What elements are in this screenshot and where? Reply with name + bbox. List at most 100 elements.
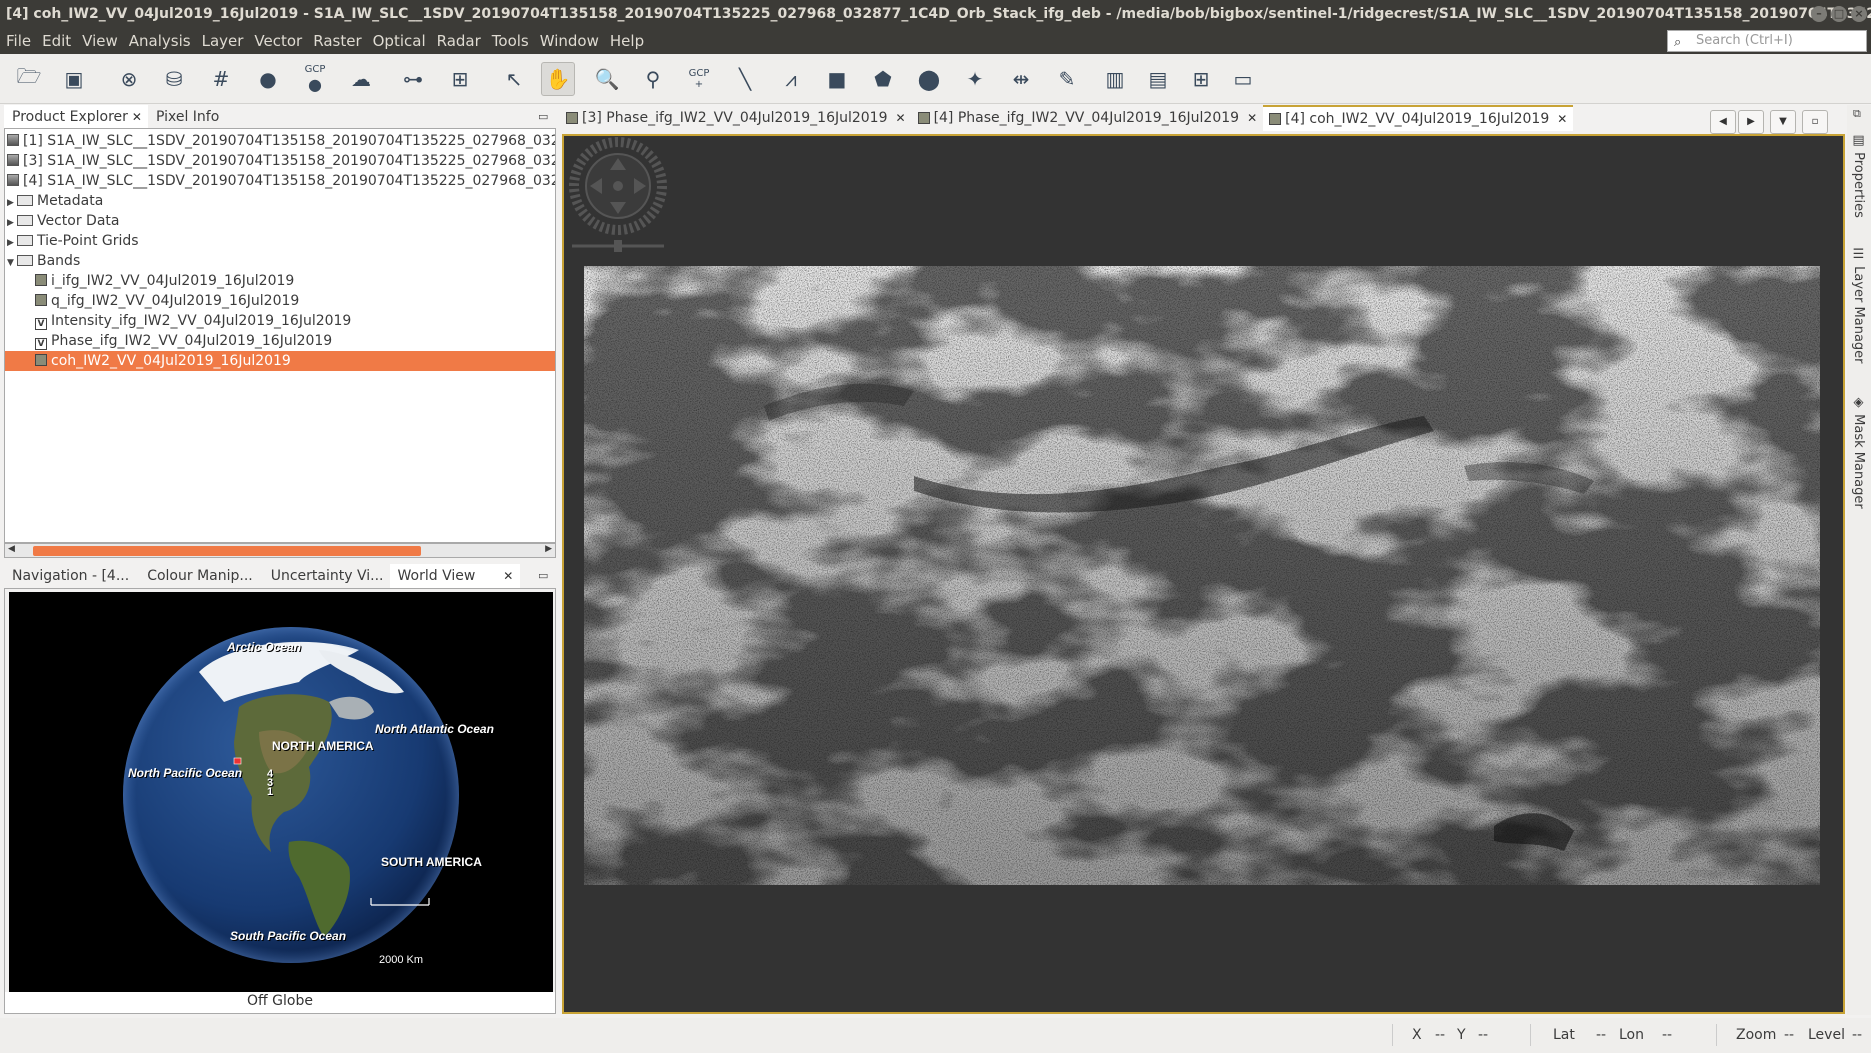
collapse-arrow-icon[interactable]: ▼ <box>7 253 17 273</box>
maximize-document-button[interactable]: ▫ <box>1802 110 1828 134</box>
doc-tab-phase-4[interactable]: [4] Phase_ifg_IW2_VV_04Jul2019_16Jul2019… <box>912 105 1264 131</box>
close-icon[interactable]: ✕ <box>896 105 906 131</box>
menu-raster[interactable]: Raster <box>307 32 366 50</box>
tab-product-explorer[interactable]: Product Explorer ✕ <box>4 105 148 129</box>
close-icon[interactable]: ✕ <box>1247 105 1257 131</box>
pin-placing-icon[interactable]: ⚲ <box>636 62 670 96</box>
line-draw-icon[interactable]: ╲ <box>728 62 762 96</box>
tree-product-3[interactable]: [3] S1A_IW_SLC__1SDV_20190704T135158_201… <box>7 151 555 171</box>
polygon-draw-icon[interactable]: ⬟ <box>866 62 900 96</box>
sidebar-mask-manager[interactable]: ◈ Mask Manager <box>1851 395 1866 509</box>
image-viewer[interactable] <box>562 134 1845 1014</box>
menu-edit[interactable]: Edit <box>36 32 76 50</box>
scroll-right-icon[interactable]: ▶ <box>545 544 552 554</box>
doc-tab-phase-3[interactable]: [3] Phase_ifg_IW2_VV_04Jul2019_16Jul2019… <box>560 105 912 131</box>
session-icon[interactable]: ⊗ <box>112 62 146 96</box>
tab-uncertainty-visualisation[interactable]: Uncertainty Vi... <box>263 564 390 588</box>
left-lower-tabs: Navigation - [4... Colour Manip... Uncer… <box>4 564 520 588</box>
minimize-window-button[interactable]: – <box>1811 6 1827 22</box>
tree-band-q-ifg[interactable]: q_ifg_IW2_VV_04Jul2019_16Jul2019 <box>35 291 555 311</box>
tab-world-view[interactable]: World View ✕ <box>389 564 520 588</box>
tree-folder-bands[interactable]: ▼ Bands <box>7 251 555 273</box>
tree-label: Tie-Point Grids <box>37 233 139 249</box>
close-window-button[interactable]: × <box>1851 6 1867 22</box>
cloud-icon[interactable]: ☁ <box>344 62 378 96</box>
world-view-globe[interactable]: Arctic Ocean North Atlantic Ocean NORTH … <box>9 592 553 992</box>
menu-radar[interactable]: Radar <box>431 32 486 50</box>
measure-icon[interactable]: ✎ <box>1050 62 1084 96</box>
expand-arrow-icon[interactable]: ▶ <box>7 193 17 213</box>
coherence-raster-image[interactable] <box>584 266 1820 885</box>
label-arctic-ocean: Arctic Ocean <box>227 640 302 654</box>
maximize-window-button[interactable]: □ <box>1831 6 1847 22</box>
rectangle-draw-icon[interactable]: ■ <box>820 62 854 96</box>
menu-vector[interactable]: Vector <box>248 32 307 50</box>
search-input[interactable]: ⌕ Search (Ctrl+I) <box>1667 30 1867 52</box>
open-product-icon[interactable]: 🗁 <box>12 62 46 96</box>
menu-analysis[interactable]: Analysis <box>123 32 196 50</box>
tree-band-phase-ifg[interactable]: V Phase_ifg_IW2_VV_04Jul2019_16Jul2019 <box>35 331 555 351</box>
tree-horizontal-scrollbar[interactable]: ◀ ▶ <box>4 543 556 558</box>
tile-grid-icon[interactable]: ⊞ <box>1184 62 1218 96</box>
menu-layer[interactable]: Layer <box>196 32 249 50</box>
sidebar-layer-manager[interactable]: ☰ Layer Manager <box>1851 247 1866 364</box>
tab-pixel-info[interactable]: Pixel Info <box>148 105 225 129</box>
zoom-tool-icon[interactable]: 🔍 <box>590 62 624 96</box>
batch-icon[interactable]: ⊞ <box>443 62 477 96</box>
close-icon[interactable]: ✕ <box>503 569 513 583</box>
doc-tab-coh-4[interactable]: [4] coh_IW2_VV_04Jul2019_16Jul2019 ✕ <box>1263 105 1574 132</box>
tree-band-intensity-ifg[interactable]: V Intensity_ifg_IW2_VV_04Jul2019_16Jul201… <box>35 311 555 331</box>
menu-optical[interactable]: Optical <box>367 32 431 50</box>
range-finder-icon[interactable]: ⇹ <box>1004 62 1038 96</box>
scroll-left-icon[interactable]: ◀ <box>8 544 15 554</box>
menu-view[interactable]: View <box>76 32 123 50</box>
scrollbar-thumb[interactable] <box>33 546 421 556</box>
open-folder-icon <box>17 255 33 266</box>
scroll-tabs-left-button[interactable]: ◀ <box>1710 110 1736 134</box>
ellipse-draw-icon[interactable]: ⬤ <box>912 62 946 96</box>
gcp-placing-label: GCP <box>688 68 710 79</box>
magic-wand-icon[interactable]: ✦ <box>958 62 992 96</box>
gcp-icon[interactable]: GCP ● <box>298 62 332 96</box>
pan-tool-icon[interactable]: ✋ <box>541 62 575 96</box>
restore-panels-button[interactable]: ⧉ <box>1853 107 1861 121</box>
band-icon <box>35 274 47 286</box>
menu-window[interactable]: Window <box>534 32 604 50</box>
tree-folder-vector-data[interactable]: ▶ Vector Data <box>7 211 555 233</box>
tree-product-1[interactable]: [1] S1A_IW_SLC__1SDV_20190704T135158_201… <box>7 131 555 151</box>
select-tool-icon[interactable]: ↖ <box>497 62 531 96</box>
minimize-panel-button[interactable]: ▭ <box>538 110 548 123</box>
expand-arrow-icon[interactable]: ▶ <box>7 213 17 233</box>
tile-evenly-icon[interactable]: ▭ <box>1226 62 1260 96</box>
tree-band-coh[interactable]: coh_IW2_VV_04Jul2019_16Jul2019 <box>5 351 555 371</box>
gcp-placing-icon[interactable]: GCP + <box>682 62 716 96</box>
tree-folder-metadata[interactable]: ▶ Metadata <box>7 191 555 213</box>
tile-vertical-icon[interactable]: ▥ <box>1098 62 1132 96</box>
close-icon[interactable]: ✕ <box>132 110 142 124</box>
menu-file[interactable]: File <box>0 32 36 50</box>
save-product-icon[interactable]: ▣ <box>57 62 91 96</box>
window-controls: – □ × <box>1811 6 1867 22</box>
tree-folder-tie-point-grids[interactable]: ▶ Tie-Point Grids <box>7 231 555 253</box>
polyline-draw-icon[interactable]: ⩘ <box>774 62 808 96</box>
graph-builder-icon[interactable]: ⊶ <box>396 62 430 96</box>
tile-horizontal-icon[interactable]: ▤ <box>1141 62 1175 96</box>
tree-band-i-ifg[interactable]: i_ifg_IW2_VV_04Jul2019_16Jul2019 <box>35 271 555 291</box>
expand-arrow-icon[interactable]: ▶ <box>7 233 17 253</box>
tab-navigation[interactable]: Navigation - [4... <box>4 564 135 588</box>
export-icon[interactable]: ⛁ <box>157 62 191 96</box>
tree-label: i_ifg_IW2_VV_04Jul2019_16Jul2019 <box>51 273 295 289</box>
menu-tools[interactable]: Tools <box>486 32 534 50</box>
pan-navigation-control[interactable] <box>568 136 668 256</box>
tab-list-dropdown-button[interactable]: ▼ <box>1770 110 1796 134</box>
window-titlebar: [4] coh_IW2_VV_04Jul2019_16Jul2019 - S1A… <box>0 0 1871 28</box>
graticule-icon[interactable]: # <box>204 62 238 96</box>
pin-icon[interactable]: ● <box>251 62 285 96</box>
close-icon[interactable]: ✕ <box>1557 106 1567 132</box>
sidebar-properties[interactable]: ▤ Properties <box>1851 133 1866 218</box>
minimize-panel-button[interactable]: ▭ <box>538 569 548 582</box>
tree-product-4[interactable]: [4] S1A_IW_SLC__1SDV_20190704T135158_201… <box>7 171 555 191</box>
scroll-tabs-right-button[interactable]: ▶ <box>1738 110 1764 134</box>
tab-colour-manipulation[interactable]: Colour Manip... <box>139 564 259 588</box>
menu-help[interactable]: Help <box>604 32 649 50</box>
